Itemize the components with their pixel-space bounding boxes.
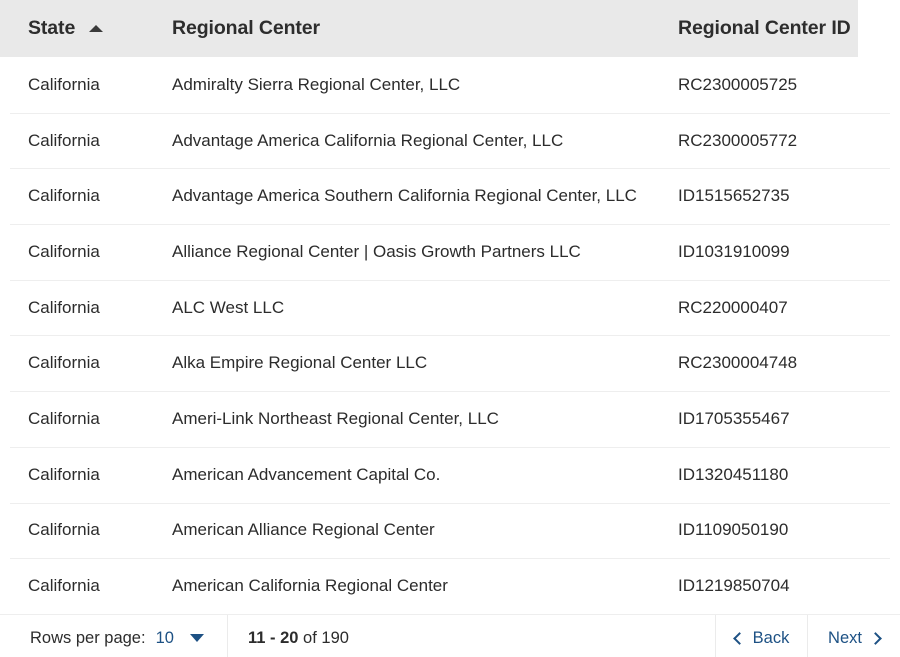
pagination-bar: Rows per page: 10 11 - 20 of 190 Back Ne…	[0, 613, 900, 657]
cell-state: California	[28, 74, 100, 94]
cell-center: American Advancement Capital Co.	[172, 464, 441, 484]
table-row[interactable]: California American Advancement Capital …	[0, 446, 900, 503]
cell-id: ID1515652735	[678, 186, 790, 206]
column-header-state-label: State	[28, 17, 76, 39]
back-button-label: Back	[752, 628, 790, 647]
pagination-range-text: 11 - 20 of 190	[248, 629, 349, 648]
column-header-state[interactable]: State	[0, 17, 172, 40]
column-header-regional-center-id[interactable]: Regional Center ID	[678, 17, 900, 40]
chevron-down-icon[interactable]	[189, 634, 204, 643]
cell-state: California	[28, 186, 100, 206]
cell-id: RC2300005725	[678, 74, 798, 94]
cell-center: ALC West LLC	[172, 297, 285, 317]
cell-state: California	[28, 576, 100, 596]
cell-state: California	[28, 520, 100, 540]
cell-id: ID1320451180	[678, 464, 789, 484]
cell-state: California	[28, 241, 100, 261]
cell-center: Alka Empire Regional Center LLC	[172, 353, 428, 373]
table-row[interactable]: California Advantage America California …	[0, 112, 900, 169]
regional-center-table: State Regional Center Regional Center ID…	[0, 0, 900, 657]
next-button[interactable]: Next	[808, 615, 900, 657]
cell-id: RC2300005772	[678, 130, 798, 150]
chevron-left-icon	[732, 632, 746, 645]
cell-center: Alliance Regional Center | Oasis Growth …	[172, 241, 581, 261]
cell-id: ID1109050190	[678, 520, 789, 540]
rows-per-page-label: Rows per page:	[30, 628, 146, 647]
cell-id: ID1031910099	[678, 241, 790, 261]
cell-state: California	[28, 408, 100, 428]
triangle-up-icon	[89, 25, 104, 32]
cell-center: Advantage America California Regional Ce…	[172, 130, 564, 150]
table-body: California Admiralty Sierra Regional Cen…	[0, 57, 900, 614]
pagination-range: 11 - 20 of 190	[228, 614, 716, 657]
column-header-regional-center[interactable]: Regional Center	[172, 17, 678, 40]
cell-center: American California Regional Center	[172, 576, 448, 596]
pagination-range-total: of 190	[298, 628, 349, 647]
column-header-regional-center-id-label: Regional Center ID	[678, 17, 851, 39]
cell-id: RC220000407	[678, 297, 788, 317]
rows-per-page-control[interactable]: Rows per page: 10	[0, 614, 228, 657]
cell-center: Advantage America Southern California Re…	[172, 186, 637, 206]
chevron-right-icon	[869, 632, 882, 645]
cell-state: California	[28, 297, 100, 317]
cell-state: California	[28, 464, 100, 484]
cell-id: ID1705355467	[678, 408, 790, 428]
table-row[interactable]: California Alka Empire Regional Center L…	[0, 335, 900, 392]
table-row[interactable]: California American Alliance Regional Ce…	[0, 502, 900, 559]
rows-per-page-value[interactable]: 10	[156, 629, 174, 648]
table-row[interactable]: California Alliance Regional Center | Oa…	[0, 224, 900, 280]
table-header-row: State Regional Center Regional Center ID	[0, 0, 900, 57]
cell-id: ID1219850704	[678, 576, 790, 596]
cell-state: California	[28, 353, 100, 373]
cell-id: RC2300004748	[678, 353, 798, 373]
cell-center: Admiralty Sierra Regional Center, LLC	[172, 74, 461, 94]
table-row[interactable]: California Ameri-Link Northeast Regional…	[0, 391, 900, 447]
table-row[interactable]: California Admiralty Sierra Regional Cen…	[0, 57, 900, 113]
table-row[interactable]: California Advantage America Southern Ca…	[0, 168, 900, 225]
column-header-regional-center-label: Regional Center	[172, 17, 321, 39]
cell-center: Ameri-Link Northeast Regional Center, LL…	[172, 408, 499, 428]
next-button-label: Next	[828, 628, 862, 647]
table-row[interactable]: California American California Regional …	[0, 558, 900, 614]
table-row[interactable]: California ALC West LLC RC220000407	[0, 279, 900, 336]
cell-center: American Alliance Regional Center	[172, 520, 435, 540]
pagination-range-current: 11 - 20	[248, 628, 299, 647]
back-button[interactable]: Back	[716, 614, 808, 657]
cell-state: California	[28, 130, 100, 150]
